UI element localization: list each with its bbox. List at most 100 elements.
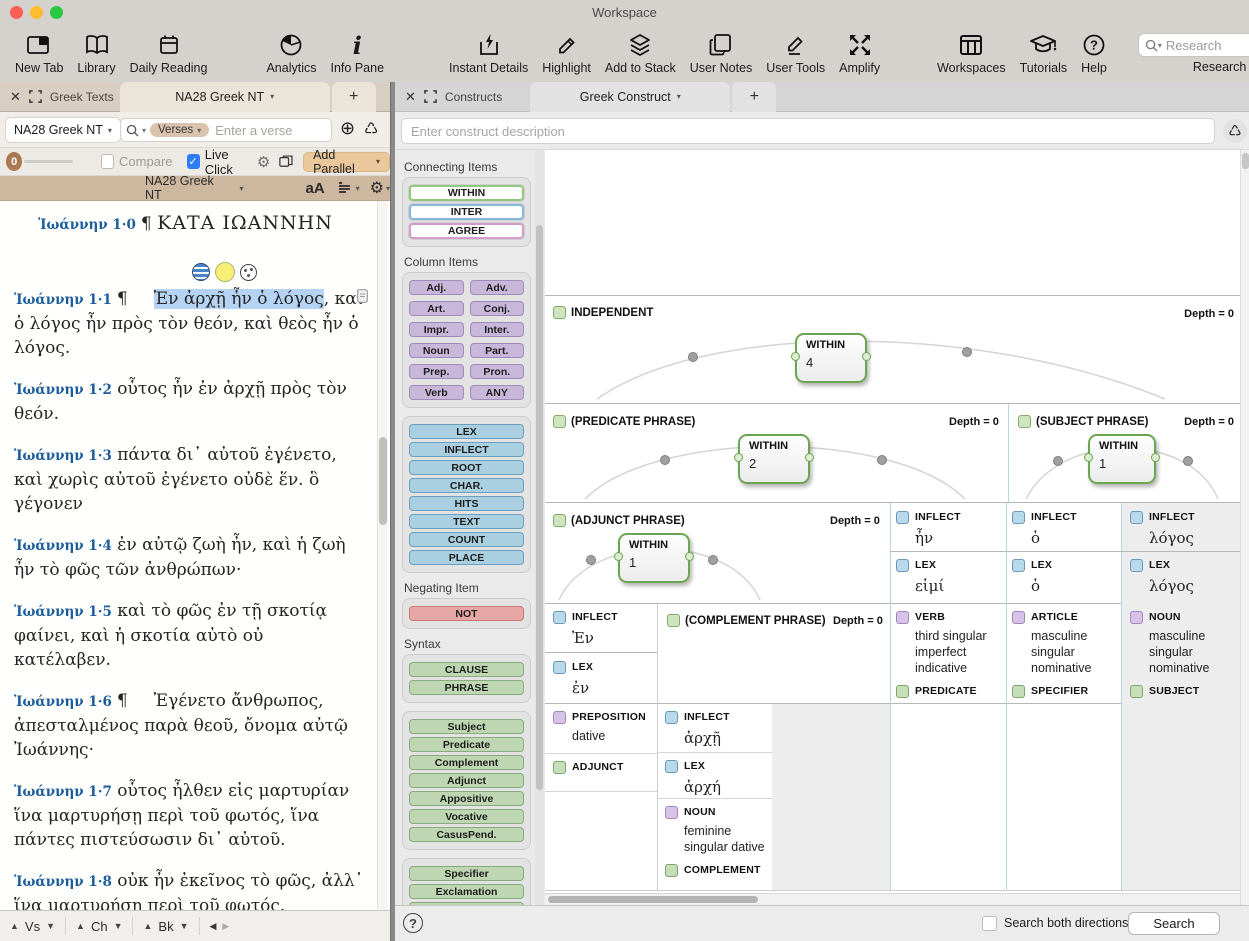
verse-paragraph[interactable]: Ἰωάννην 1·8 οὐκ ἦν ἐκεῖνος τὸ φῶς, ἀλλ᾿ … bbox=[14, 869, 364, 910]
detach-zone-icon[interactable] bbox=[29, 90, 42, 103]
hits-slider-knob[interactable]: 0 bbox=[6, 152, 22, 171]
lex-value[interactable]: ἐν bbox=[572, 679, 589, 697]
toolbar-item-workspaces[interactable]: Workspaces bbox=[937, 30, 1006, 75]
within-connector[interactable]: WITHIN 4 bbox=[795, 333, 867, 383]
palette-item-text[interactable]: TEXT bbox=[409, 514, 524, 529]
connector-port[interactable] bbox=[862, 352, 871, 361]
palette-item-appositive[interactable]: Appositive bbox=[409, 791, 524, 806]
lex-value[interactable]: εἰμί bbox=[915, 577, 944, 595]
pos-details[interactable]: feminine singular dative bbox=[684, 823, 768, 855]
toolbar-item-add-to-stack[interactable]: Add to Stack bbox=[605, 30, 676, 75]
construct-history-icon[interactable]: ♺ bbox=[1223, 119, 1247, 143]
panel-icon[interactable] bbox=[553, 514, 566, 527]
verse-paragraph[interactable]: Ἰωάννην 1·5 καὶ τὸ φῶς ἐν τῇ σκοτίᾳ φαίν… bbox=[14, 599, 364, 672]
within-connector[interactable]: WITHIN 1 bbox=[618, 533, 690, 583]
close-zone-icon[interactable]: ✕ bbox=[10, 89, 21, 105]
verse-paragraph[interactable]: Ἰωάννην 1·1¶Ἐν ἀρχῇ ἦν ὁ λόγος, καὶ ὁ λό… bbox=[14, 287, 364, 360]
verse-reference[interactable]: Ἰωάννην 1·3 bbox=[14, 448, 112, 464]
within-connector[interactable]: WITHIN 2 bbox=[738, 434, 810, 484]
lex-value[interactable]: λόγος bbox=[1149, 577, 1194, 595]
toolbar-item-user-notes[interactable]: User Notes bbox=[690, 30, 753, 75]
lex-item-icon[interactable] bbox=[896, 559, 909, 572]
within-connector[interactable]: WITHIN 1 bbox=[1088, 434, 1156, 484]
palette-item-place[interactable]: PLACE bbox=[409, 550, 524, 565]
canvas-hscrollbar[interactable] bbox=[545, 893, 1240, 905]
lex-item-icon[interactable] bbox=[1130, 559, 1143, 572]
help-icon[interactable]: ? bbox=[403, 913, 423, 933]
connector-port[interactable] bbox=[791, 352, 800, 361]
palette-item-hits[interactable]: HITS bbox=[409, 496, 524, 511]
inflect-item-icon[interactable] bbox=[553, 611, 566, 624]
palette-item-inflect[interactable]: INFLECT bbox=[409, 442, 524, 457]
pos-item-icon[interactable] bbox=[896, 611, 909, 624]
verse-reference[interactable]: Ἰωάννην 1·6 bbox=[14, 694, 112, 710]
palette-item-exclamation[interactable]: Exclamation bbox=[409, 884, 524, 899]
verse-reference[interactable]: Ἰωάννην 1·5 bbox=[14, 604, 112, 620]
live-click-checkbox[interactable]: ✓ bbox=[187, 154, 200, 169]
inflect-item-icon[interactable] bbox=[1130, 511, 1143, 524]
user-note-icon[interactable] bbox=[357, 289, 368, 303]
palette-item-phrase[interactable]: PHRASE bbox=[409, 680, 524, 695]
verse-paragraph[interactable]: Ἰωάννην 1·4 ἐν αὐτῷ ζωὴ ἦν, καὶ ἡ ζωὴ ἦν… bbox=[14, 533, 364, 582]
inflect-value[interactable]: Ἐν bbox=[572, 629, 594, 647]
toolbar-item-analytics[interactable]: Analytics bbox=[266, 30, 316, 75]
text-module-dropdown[interactable]: NA28 Greek NT ▾ bbox=[6, 118, 120, 142]
canvas-hscrollbar-thumb[interactable] bbox=[548, 896, 758, 903]
pos-details[interactable]: masculine singular nominative bbox=[1149, 628, 1240, 676]
pos-details[interactable]: dative bbox=[572, 728, 668, 744]
history-back-icon[interactable]: ◀ bbox=[210, 921, 217, 932]
palette-item-within[interactable]: WITHIN bbox=[409, 185, 524, 201]
palette-item-predicate[interactable]: Predicate bbox=[409, 737, 524, 752]
verse-reference[interactable]: Ἰωάννην 1·4 bbox=[14, 538, 112, 554]
search-history-icon[interactable]: ♺ bbox=[364, 119, 378, 139]
toolbar-item-info-pane[interactable]: iInfo Pane bbox=[331, 30, 385, 75]
search-both-directions-checkbox[interactable] bbox=[982, 916, 997, 931]
tab-greek-construct[interactable]: Greek Construct ▾ bbox=[530, 82, 730, 112]
palette-scrollbar[interactable] bbox=[535, 150, 544, 905]
yellow-highlight-marker-icon[interactable] bbox=[215, 262, 235, 282]
connector-port[interactable] bbox=[1084, 453, 1093, 462]
selected-greek-text[interactable]: Ἐν ἀρχῇ ἦν ὁ λόγος bbox=[154, 289, 324, 309]
book-down-icon[interactable]: ▼ bbox=[180, 921, 189, 931]
lex-item-icon[interactable] bbox=[553, 661, 566, 674]
verse-up-icon[interactable]: ▲ bbox=[10, 921, 19, 931]
verse-paragraph[interactable]: Ἰωάννην 1·7 οὗτος ἦλθεν εἰς μαρτυρίαν ἵν… bbox=[14, 779, 364, 852]
toolbar-item-user-tools[interactable]: User Tools bbox=[766, 30, 825, 75]
palette-item-noun[interactable]: Noun bbox=[409, 343, 464, 358]
palette-item-lex[interactable]: LEX bbox=[409, 424, 524, 439]
book-nav-group[interactable]: ▲ Bk ▼ bbox=[133, 919, 198, 934]
toolbar-item-new-tab[interactable]: New Tab bbox=[15, 30, 63, 75]
toolbar-item-library[interactable]: Library bbox=[77, 30, 115, 75]
detach-zone-icon[interactable] bbox=[424, 90, 437, 103]
pos-item-icon[interactable] bbox=[553, 711, 566, 724]
role-item-icon[interactable] bbox=[665, 864, 678, 877]
tab-na28-greek-nt[interactable]: NA28 Greek NT ▾ bbox=[120, 82, 330, 112]
palette-item-prep[interactable]: Prep. bbox=[409, 364, 464, 379]
verse-down-icon[interactable]: ▼ bbox=[46, 921, 55, 931]
construct-description-input[interactable]: Enter construct description bbox=[401, 118, 1215, 144]
inflect-item-icon[interactable] bbox=[1012, 511, 1025, 524]
palette-item-subject[interactable]: Subject bbox=[409, 719, 524, 734]
inflect-item-icon[interactable] bbox=[665, 711, 678, 724]
palette-item-adv[interactable]: Adv. bbox=[470, 280, 525, 295]
connector-port[interactable] bbox=[734, 453, 743, 462]
toolbar-item-instant-details[interactable]: Instant Details bbox=[449, 30, 528, 75]
role-item-icon[interactable] bbox=[1012, 685, 1025, 698]
role-item-icon[interactable] bbox=[553, 761, 566, 774]
text-scrollbar-thumb[interactable] bbox=[379, 437, 387, 525]
close-zone-icon[interactable]: ✕ bbox=[405, 89, 416, 105]
add-tab-button[interactable]: + bbox=[732, 82, 776, 112]
verse-nav-group[interactable]: ▲ Vs ▼ bbox=[0, 919, 65, 934]
toolbar-item-tutorials[interactable]: Tutorials bbox=[1020, 30, 1067, 75]
pos-item-icon[interactable] bbox=[1012, 611, 1025, 624]
search-button[interactable]: Search bbox=[1128, 912, 1220, 935]
palette-item-vocative[interactable]: Vocative bbox=[409, 809, 524, 824]
connector-port[interactable] bbox=[805, 453, 814, 462]
panel-icon[interactable] bbox=[667, 614, 680, 627]
add-search-entry-icon[interactable]: ⊕ bbox=[340, 118, 355, 139]
palette-item-casuspend[interactable]: CasusPend. bbox=[409, 827, 524, 842]
role-item-icon[interactable] bbox=[1130, 685, 1143, 698]
palette-item-any[interactable]: ANY bbox=[470, 385, 525, 400]
connector-port[interactable] bbox=[614, 552, 623, 561]
palette-item-char[interactable]: CHAR. bbox=[409, 478, 524, 493]
